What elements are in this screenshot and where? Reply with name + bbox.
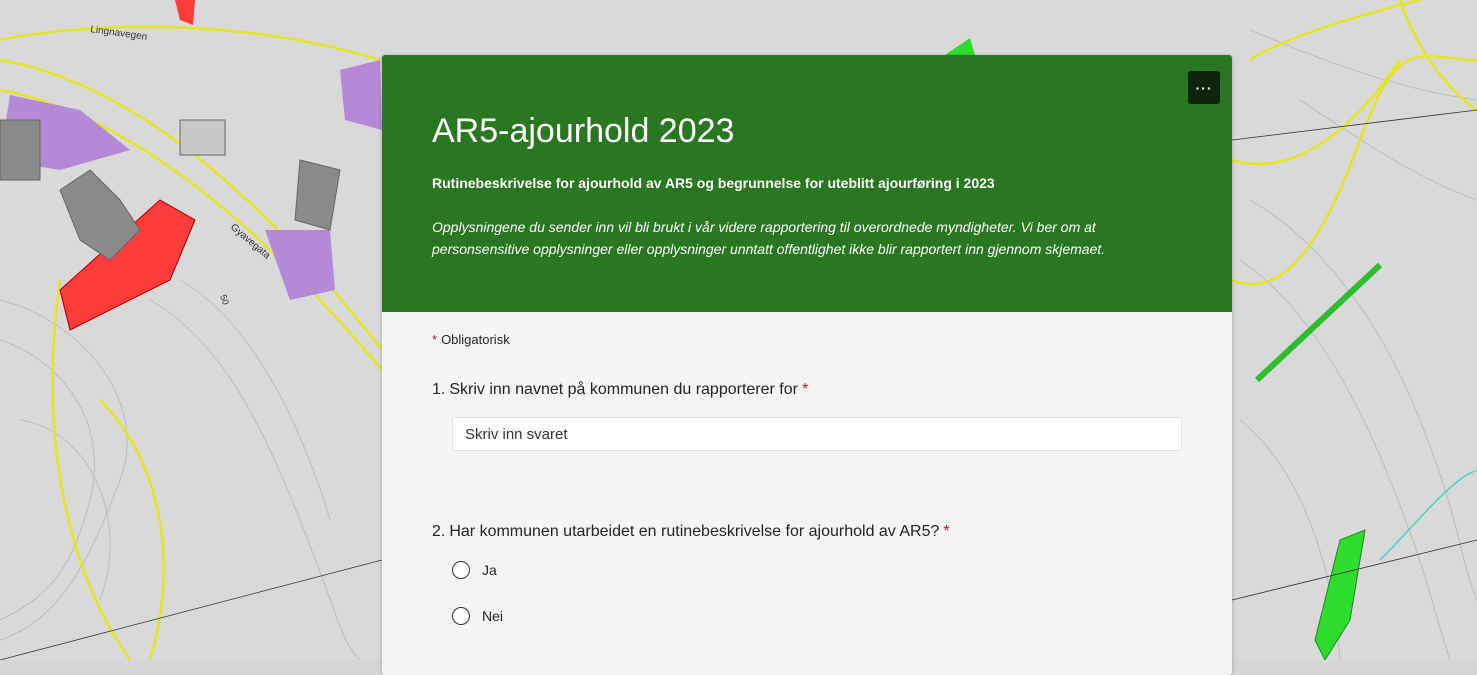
kommune-name-input[interactable] xyxy=(452,417,1182,451)
question-number: 2. xyxy=(432,523,446,540)
question-text: Har kommunen utarbeidet en rutinebeskriv… xyxy=(449,523,940,540)
question-number: 1. xyxy=(432,381,446,398)
required-note: * Obligatorisk xyxy=(432,332,1182,347)
more-options-button[interactable]: ··· xyxy=(1188,71,1220,104)
required-star: * xyxy=(432,332,438,347)
question-1: 1. Skriv inn navnet på kommunen du rappo… xyxy=(432,381,1182,399)
form-title: AR5-ajourhold 2023 xyxy=(432,112,735,150)
required-star: * xyxy=(801,381,809,398)
form-description: Opplysningene du sender inn vil bli bruk… xyxy=(432,219,1106,257)
form-header: ··· AR5-ajourhold 2023 Rutinebeskrivelse… xyxy=(382,55,1232,312)
required-star: * xyxy=(943,523,950,540)
question-text: Skriv inn navnet på kommunen du rapporte… xyxy=(449,381,798,398)
question-2: 2. Har kommunen utarbeidet en rutinebesk… xyxy=(432,523,1182,541)
form-subtitle: Rutinebeskrivelse for ajourhold av AR5 o… xyxy=(432,175,995,191)
radio-option-ja[interactable]: Ja xyxy=(452,561,1182,579)
radio-button[interactable] xyxy=(452,561,470,579)
radio-label: Ja xyxy=(482,562,497,578)
form-card: ··· AR5-ajourhold 2023 Rutinebeskrivelse… xyxy=(382,55,1232,675)
radio-label: Nei xyxy=(482,608,504,624)
radio-button[interactable] xyxy=(452,607,470,625)
form-body: * Obligatorisk 1. Skriv inn navnet på kom… xyxy=(382,312,1232,675)
radio-option-nei[interactable]: Nei xyxy=(452,607,1182,625)
required-note-label: Obligatorisk xyxy=(441,332,510,347)
ellipsis-icon: ··· xyxy=(1195,79,1213,96)
